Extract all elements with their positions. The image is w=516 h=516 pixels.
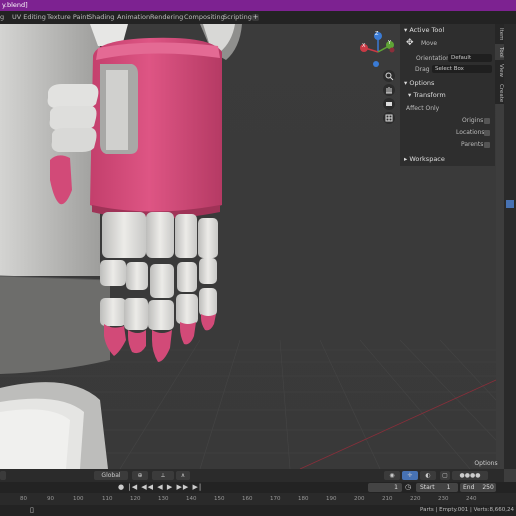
options-label: Options	[474, 460, 498, 467]
orientation-value: Default	[451, 55, 472, 61]
orientation-label: Orientation	[416, 55, 450, 62]
zoom-icon[interactable]	[383, 70, 395, 82]
gizmo-toggle-button[interactable]: ✛	[402, 471, 418, 480]
selected-object-swatch	[506, 200, 514, 208]
sidebar-tab-tool[interactable]: Tool	[495, 44, 504, 60]
playback-controls[interactable]: ● |◀ ◀◀ ◀ ▶ ▶▶ ▶|	[118, 483, 202, 491]
drag-label: Drag	[415, 66, 430, 73]
end-frame-field[interactable]: End 250	[460, 483, 496, 492]
parents-checkbox[interactable]	[484, 142, 490, 148]
properties-editor-edge	[504, 24, 516, 469]
ruler-tick: 110	[102, 496, 113, 502]
end-value: 250	[482, 484, 494, 491]
ruler-tick: 130	[158, 496, 169, 502]
ruler-tick: 180	[298, 496, 309, 502]
tab-texture-paint[interactable]: Texture Paint	[47, 13, 89, 22]
ruler-tick: 190	[326, 496, 337, 502]
tab-compositing[interactable]: Compositing	[184, 13, 225, 22]
sidebar-panel: ▾ Active Tool ✥ Move Orientation Default…	[400, 24, 495, 166]
start-value: 1	[446, 484, 451, 491]
start-frame-field[interactable]: Start 1	[416, 483, 458, 492]
ruler-tick: 210	[382, 496, 393, 502]
tab-shading[interactable]: Shading	[88, 13, 114, 22]
tab-rendering[interactable]: Rendering	[150, 13, 183, 22]
visibility-button[interactable]: ◉	[384, 471, 400, 480]
status-text: Parts | Empty.001 | Verts:8,660,24	[420, 507, 514, 513]
gizmo-z-label: Z	[375, 31, 379, 37]
sidebar-tab-create[interactable]: Create	[495, 82, 504, 104]
snap-button[interactable]: ⟂	[152, 471, 174, 480]
start-label: Start	[420, 484, 435, 491]
cylinder-lower	[0, 276, 110, 374]
current-frame-field[interactable]: 1	[368, 483, 402, 492]
add-workspace-button[interactable]: +	[252, 14, 259, 21]
gizmo-x-label: X	[362, 43, 366, 49]
workspace-tab-bar: g UV Editing Texture Paint Shading Anima…	[0, 11, 516, 24]
proportional-edit-button[interactable]: ∧	[176, 471, 190, 480]
sidebar-tabs: Item Tool View Create	[495, 24, 504, 104]
shading-mode-buttons[interactable]: ●●●●	[452, 471, 488, 480]
sidebar-tab-view[interactable]: View	[495, 62, 504, 80]
move-tool-label: Move	[421, 40, 438, 47]
transform-orientation-value: Global	[101, 472, 121, 479]
current-frame-value: 1	[394, 484, 398, 491]
ruler-tick: 170	[270, 496, 281, 502]
drag-value: Select Box	[435, 66, 464, 72]
window-title: y.blend]	[2, 1, 28, 9]
tab-partial[interactable]: g	[0, 13, 4, 22]
mode-menu-button[interactable]	[0, 471, 6, 480]
pan-hand-icon[interactable]	[383, 84, 395, 96]
parents-label: Parents	[461, 141, 484, 148]
pivot-point-button[interactable]: ⊕	[132, 471, 148, 480]
ruler-tick: 120	[130, 496, 141, 502]
orientation-dropdown[interactable]: Default	[448, 54, 492, 62]
ruler-tick: 240	[466, 496, 477, 502]
affect-only-label: Affect Only	[406, 105, 440, 112]
camera-icon[interactable]	[383, 98, 395, 110]
origins-checkbox[interactable]	[484, 118, 490, 124]
transform-header[interactable]: ▾ Transform	[408, 91, 446, 99]
origins-label: Origins	[462, 117, 484, 124]
ruler-tick: 90	[47, 496, 54, 502]
ruler-tick: 220	[410, 496, 421, 502]
timeline-header: ● |◀ ◀◀ ◀ ▶ ▶▶ ▶| 1 ◷ Start 1 End 250	[0, 482, 516, 493]
sidebar-tab-item[interactable]: Item	[495, 26, 504, 42]
end-label: End	[463, 484, 475, 491]
mouse-icon: ▯	[30, 506, 34, 514]
transform-orientation-dropdown[interactable]: Global	[94, 471, 128, 480]
options-header[interactable]: ▾ Options	[404, 79, 434, 87]
status-bar: ▯ Parts | Empty.001 | Verts:8,660,24	[0, 505, 516, 516]
ruler-tick: 200	[354, 496, 365, 502]
gizmo-y-label: Y	[388, 40, 392, 46]
tab-scripting[interactable]: Scripting	[223, 13, 252, 22]
clock-icon[interactable]: ◷	[405, 483, 411, 491]
ruler-tick: 140	[186, 496, 197, 502]
title-bar: y.blend]	[0, 0, 516, 11]
grid-view-icon[interactable]	[383, 112, 395, 124]
locations-label: Locations	[456, 129, 485, 136]
workspace-header[interactable]: ▸ Workspace	[404, 155, 445, 163]
xray-button[interactable]: ▢	[440, 471, 450, 480]
ruler-tick: 80	[20, 496, 27, 502]
frame-ruler[interactable]: 80 90 100 110 120 130 140 150 160 170 18…	[0, 493, 516, 505]
locations-checkbox[interactable]	[484, 130, 490, 136]
move-tool-icon: ✥	[406, 38, 414, 48]
ruler-tick: 100	[73, 496, 84, 502]
ruler-tick: 160	[242, 496, 253, 502]
tab-animation[interactable]: Animation	[117, 13, 150, 22]
drag-dropdown[interactable]: Select Box	[432, 65, 492, 73]
ruler-tick: 150	[214, 496, 225, 502]
active-tool-header[interactable]: ▾ Active Tool	[404, 26, 444, 34]
options-button[interactable]: Options	[472, 460, 500, 468]
overlay-button[interactable]: ◐	[420, 471, 436, 480]
viewport-header: Global ⊕ ⟂ ∧ ◉ ✛ ◐ ▢ ●●●● Options	[0, 460, 504, 482]
tab-uv-editing[interactable]: UV Editing	[12, 13, 46, 22]
ruler-tick: 230	[438, 496, 449, 502]
